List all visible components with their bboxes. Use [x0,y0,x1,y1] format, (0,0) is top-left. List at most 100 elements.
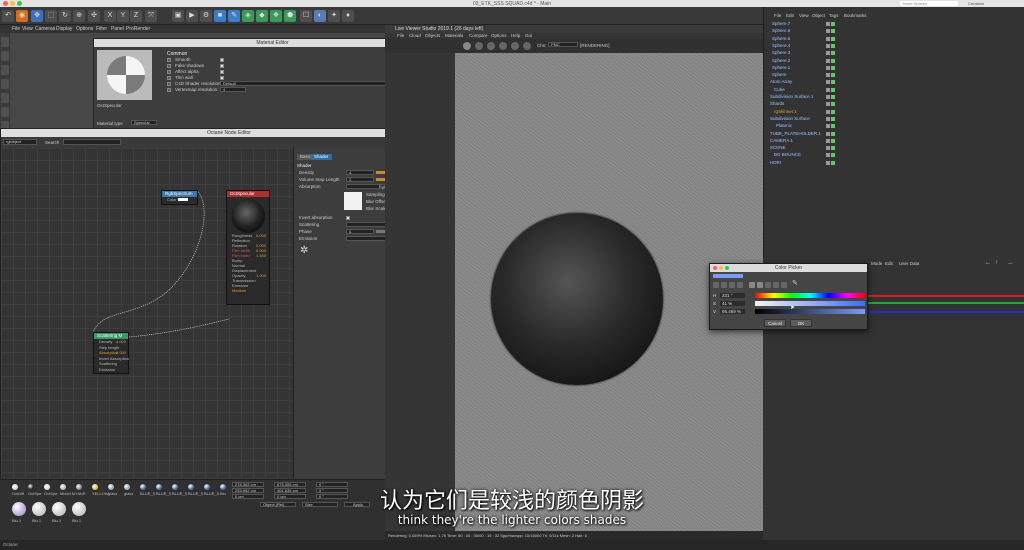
visibility-toggles[interactable] [826,109,840,114]
spectrum-mode-icon[interactable] [721,282,727,288]
object-row[interactable]: CAMERA.1 [764,137,1024,144]
om-menu-object[interactable]: Object [812,13,825,18]
object-row[interactable]: Shards [764,100,1024,107]
object-row[interactable]: TUBE_PLATEHOLDER.1 [764,130,1024,137]
restart-render-icon[interactable] [475,42,483,50]
visibility-toggles[interactable] [826,101,840,107]
scale-icon[interactable]: ⬚ [45,10,57,22]
texture-mode-icon[interactable] [1,65,9,75]
cancel-button[interactable]: Cancel [764,319,786,327]
thin-wall-checkbox[interactable] [220,76,224,80]
recent-tools-icon[interactable]: ⊕ [73,10,85,22]
smooth-checkbox[interactable] [220,58,224,62]
object-row[interactable]: SCENE [764,144,1024,151]
fake-shadows-checkbox[interactable] [220,64,224,68]
oct-specular-node[interactable]: OctSpecular Roughness 0.000 Reflection Rota… [226,190,270,305]
specular-pin[interactable]: Medium [227,288,269,293]
axis-x-button[interactable]: X [104,10,116,22]
am-menu-mode[interactable]: Mode [871,261,882,266]
kelvin-mode-icon[interactable] [765,282,771,288]
rgb-color-pin[interactable]: Color [162,197,197,202]
object-row[interactable]: Sphere.1 [764,64,1024,71]
cube-primitive-icon[interactable]: ■ [214,10,226,22]
om-menu-view[interactable]: View [799,13,809,18]
density-field[interactable]: 4. [346,170,374,175]
pen-spline-icon[interactable]: ✎ [228,10,240,22]
vertexmap-resolution-field[interactable]: 4 [220,87,246,92]
object-row[interactable]: Platonic [764,122,1024,129]
visibility-toggles[interactable] [826,28,840,34]
subdivision-icon[interactable]: ◈ [242,10,254,22]
node-object-field[interactable]: rglobject [3,139,37,145]
visibility-toggles[interactable] [826,36,840,41]
menu-panel[interactable]: Panel [111,26,124,32]
menu-cameras[interactable]: Cameras [35,26,55,32]
tab-shader[interactable]: Shader [311,154,332,160]
visibility-toggles[interactable] [826,79,840,85]
picture-mode-icon[interactable] [729,282,735,288]
workplane-icon[interactable] [1,79,9,89]
hue-slider[interactable] [755,293,865,298]
coordinate-system-icon[interactable]: ⤧ [145,10,157,22]
phase-field[interactable]: 0. [346,229,374,234]
lock-resolution-icon[interactable] [511,42,519,50]
move-icon[interactable]: ✥ [31,10,43,22]
menu-view[interactable]: View [22,26,33,32]
nurbs-icon[interactable]: ◆ [256,10,268,22]
visibility-toggles[interactable] [826,87,840,92]
visibility-toggles[interactable] [826,21,840,26]
volume-step-field[interactable]: 2. [346,177,374,182]
edges-mode-icon[interactable] [1,107,9,117]
object-row[interactable]: Sphere.5 [764,35,1024,42]
visibility-toggles[interactable] [826,123,840,129]
points-mode-icon[interactable] [1,93,9,103]
render-settings-icon[interactable]: ⚙ [200,10,212,22]
object-row[interactable]: Sphere.4 [764,42,1024,49]
hex-mode-icon[interactable] [773,282,779,288]
channel-select[interactable]: PMC [548,42,578,47]
live-select-icon[interactable]: ◉ [16,10,28,22]
visibility-toggles[interactable] [826,50,840,56]
undo-icon[interactable]: ↶ [2,10,14,22]
om-menu-bookmarks[interactable]: Bookmarks [844,13,867,18]
menu-file[interactable]: File [12,26,20,32]
am-forward-icon[interactable]: → [1007,260,1013,266]
cp-close-icon[interactable] [713,266,717,270]
node-search-input[interactable] [63,139,121,145]
visibility-toggles[interactable] [826,131,840,136]
object-row[interactable]: Subdivision Surface [764,115,1024,122]
cloner-icon[interactable]: ❖ [270,10,282,22]
am-back-icon[interactable]: ← [985,260,991,266]
make-editable-icon[interactable] [1,37,9,47]
scene-icon[interactable]: ☐ [300,10,312,22]
rgb-spectrum-node[interactable]: RgbSpectrum Color [161,190,198,205]
axis-y-button[interactable]: Y [117,10,129,22]
saturation-value[interactable]: 41 % [720,301,745,306]
visibility-toggles[interactable] [826,116,840,121]
object-row[interactable]: Atom Array [764,78,1024,85]
stop-render-icon[interactable] [499,42,507,50]
visibility-toggles[interactable] [826,152,840,158]
cp-zoom-icon[interactable] [725,266,729,270]
menu-options[interactable]: Options [76,26,93,32]
am-menu-edit[interactable]: Edit [885,261,893,266]
affect-alpha-checkbox[interactable] [220,70,224,74]
object-row[interactable]: BG BOUNCE [764,151,1024,158]
object-row[interactable]: Sphere.3 [764,49,1024,56]
om-menu-tags[interactable]: Tags [829,13,839,18]
tool-icon[interactable]: ✣ [88,10,100,22]
cp-minimize-icon[interactable] [719,266,723,270]
object-row[interactable]: Cube [764,86,1024,93]
mixer-mode-icon[interactable] [737,282,743,288]
value-value[interactable]: 95.469 % [720,309,745,314]
am-menu-user-data[interactable]: User Data [899,261,919,266]
rotate-icon[interactable]: ↻ [59,10,71,22]
menu-display[interactable]: Display [56,26,72,32]
visibility-toggles[interactable] [826,65,840,70]
object-row[interactable]: HDRI [764,159,1024,166]
menu-prorender[interactable]: ProRender [126,26,150,32]
visibility-toggles[interactable] [826,94,840,99]
visibility-toggles[interactable] [826,145,840,151]
node-spaces-search[interactable]: Node Spaces [900,1,958,6]
object-row[interactable]: Sphere.7 [764,20,1024,27]
